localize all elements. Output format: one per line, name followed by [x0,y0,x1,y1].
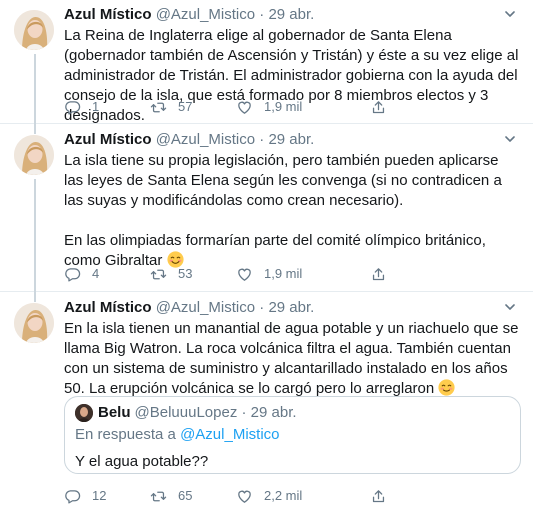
share-upload-icon [372,489,385,502]
chevron-down-icon[interactable] [503,132,517,146]
heart-icon [238,490,251,503]
like-count: 1,9 mil [264,266,303,281]
retweet-count: 65 [178,488,193,503]
author-name[interactable]: Azul Místico [64,6,152,23]
retweet-arrows-icon [150,102,167,112]
heart-icon [238,268,251,281]
share-button[interactable] [370,97,387,117]
tweet-header: Azul Místico @Azul_Mistico · 29 abr. [64,298,521,318]
chevron-down-icon[interactable] [503,300,517,314]
share-upload-icon [372,267,385,280]
avatar[interactable] [14,10,54,50]
reply-count: 1 [92,99,100,114]
reply-count: 12 [92,488,107,503]
tweet-date[interactable]: 29 abr. [268,6,314,23]
action-bar: 12 65 2,2 mil [64,486,484,506]
smiling-face-emoji [438,379,455,396]
separator-dot: · [259,299,265,316]
retweet-button[interactable]: 53 [150,264,192,284]
tweet-paragraph: En la isla tienen un manantial de agua p… [64,319,521,399]
tweet-text: La isla tiene su propia legislación, per… [64,151,521,271]
tweet-date[interactable]: 29 abr. [268,299,314,316]
tweet-header: Azul Místico @Azul_Mistico · 29 abr. [64,130,521,150]
separator-dot: · [241,404,247,421]
quoted-tweet-date: 29 abr. [250,404,297,421]
replying-to-line: En respuesta a @Azul_Mistico [75,425,510,445]
like-button[interactable]: 1,9 mil [236,97,302,117]
like-count: 1,9 mil [264,99,303,114]
author-name[interactable]: Azul Místico [64,131,152,148]
share-button[interactable] [370,264,387,284]
tweet-text: En la isla tienen un manantial de agua p… [64,319,521,399]
author-handle[interactable]: @Azul_Mistico [156,6,255,23]
like-button[interactable]: 1,9 mil [236,264,302,284]
separator-dot: · [259,131,265,148]
avatar[interactable] [14,135,54,175]
like-count: 2,2 mil [264,488,303,503]
author-handle[interactable]: @Azul_Mistico [156,299,255,316]
retweet-count: 57 [178,99,193,114]
quoted-author-name: Belu [98,404,131,421]
quoted-tweet-header: Belu @BeluuuLopez · 29 abr. [75,404,510,422]
tweet-header: Azul Místico @Azul_Mistico · 29 abr. [64,5,521,25]
replying-to-mention[interactable]: @Azul_Mistico [180,426,279,443]
tweet[interactable]: Azul Místico @Azul_Mistico · 29 abr. La … [0,124,533,292]
avatar[interactable] [14,303,54,343]
reply-count: 4 [92,266,100,281]
separator-dot: · [259,6,265,23]
retweet-button[interactable]: 57 [150,97,192,117]
tweet-date[interactable]: 29 abr. [268,131,314,148]
reply-bubble-icon [65,100,81,115]
tweet[interactable]: Azul Místico @Azul_Mistico · 29 abr. En … [0,292,533,514]
author-name[interactable]: Azul Místico [64,299,152,316]
reply-button[interactable]: 1 [64,97,99,117]
replying-to-prefix: En respuesta a [75,426,176,443]
chevron-down-icon[interactable] [503,7,517,21]
retweet-arrows-icon [150,491,167,501]
action-bar: 1 57 1,9 mil [64,97,484,117]
like-button[interactable]: 2,2 mil [236,486,302,506]
quoted-author-handle: @BeluuuLopez [134,404,238,421]
retweet-arrows-icon [150,269,167,279]
reply-button[interactable]: 4 [64,264,99,284]
reply-bubble-icon [65,489,81,504]
thread-connector [34,292,36,302]
heart-icon [238,101,251,114]
retweet-count: 53 [178,266,193,281]
share-upload-icon [372,100,385,113]
thread-connector [34,179,36,292]
tweet-paragraph: La isla tiene su propia legislación, per… [64,152,502,209]
thread-connector [34,124,36,134]
share-button[interactable] [370,486,387,506]
tweet[interactable]: Azul Místico @Azul_Mistico · 29 abr. La … [0,0,533,124]
author-handle[interactable]: @Azul_Mistico [156,131,255,148]
quoted-tweet[interactable]: Belu @BeluuuLopez · 29 abr. En respuesta… [64,396,521,474]
tweet-thread: Azul Místico @Azul_Mistico · 29 abr. La … [0,0,533,514]
reply-button[interactable]: 12 [64,486,106,506]
retweet-button[interactable]: 65 [150,486,192,506]
reply-bubble-icon [65,267,81,282]
quoted-avatar [75,404,93,422]
thread-connector [34,54,36,124]
quoted-tweet-text: Y el agua potable?? [75,453,209,470]
action-bar: 4 53 1,9 mil [64,264,484,284]
